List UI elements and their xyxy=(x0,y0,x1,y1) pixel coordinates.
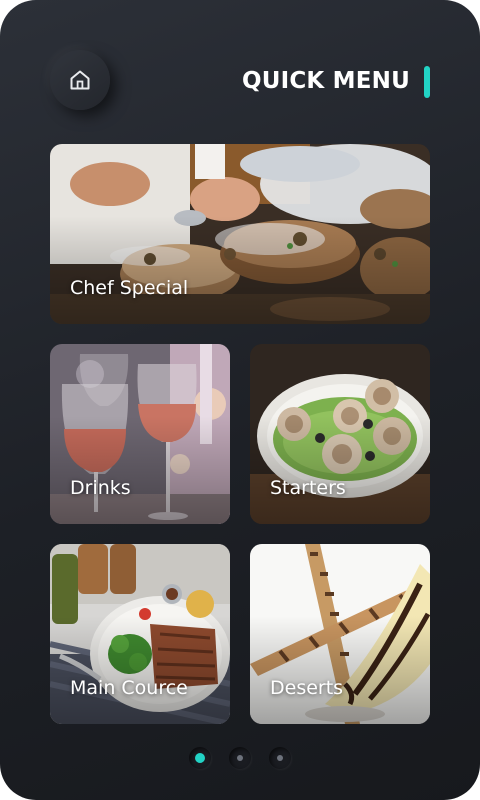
card-shade xyxy=(250,416,430,524)
app-screen: QUICK MENU Chef Special Drinks Starters … xyxy=(0,0,480,800)
card-label: Drinks xyxy=(70,477,131,499)
page-dot-core xyxy=(237,755,243,761)
page-dot-2[interactable] xyxy=(229,747,251,769)
page-dot-3[interactable] xyxy=(269,747,291,769)
card-label: Chef Special xyxy=(70,277,189,299)
menu-card-starters[interactable]: Starters xyxy=(250,344,430,524)
menu-card-drinks[interactable]: Drinks xyxy=(50,344,230,524)
card-label: Main Cource xyxy=(70,677,188,699)
home-button[interactable] xyxy=(50,50,110,110)
page-dot-core xyxy=(195,753,205,763)
card-shade xyxy=(50,416,230,524)
card-label: Starters xyxy=(270,477,346,499)
page-title: QUICK MENU xyxy=(241,68,410,94)
page-dot-1[interactable] xyxy=(189,747,211,769)
card-shade xyxy=(50,616,230,724)
card-shade xyxy=(50,216,430,324)
menu-card-main-cource[interactable]: Main Cource xyxy=(50,544,230,724)
menu-card-chef-special[interactable]: Chef Special xyxy=(50,144,430,324)
title-accent-bar xyxy=(424,66,430,98)
home-icon xyxy=(70,70,90,90)
menu-card-deserts[interactable]: Deserts xyxy=(250,544,430,724)
card-label: Deserts xyxy=(270,677,344,699)
page-indicator xyxy=(0,744,480,772)
card-shade xyxy=(250,616,430,724)
page-dot-core xyxy=(277,755,283,761)
